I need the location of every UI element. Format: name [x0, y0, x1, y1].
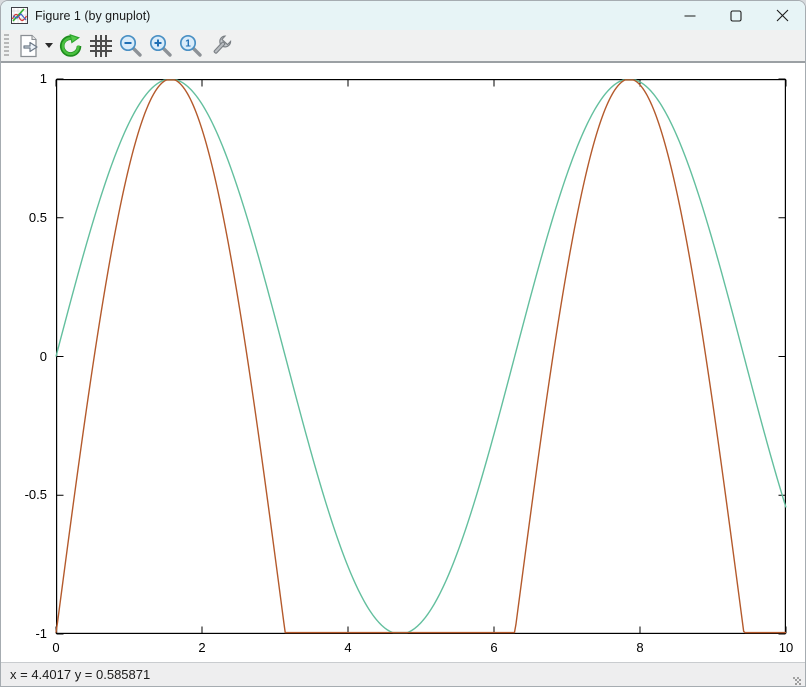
export-dropdown-button[interactable]: [44, 32, 54, 60]
statusbar: x = 4.4017 y = 0.585871: [1, 662, 805, 686]
export-document-icon: [16, 33, 42, 59]
titlebar[interactable]: Figure 1 (by gnuplot): [1, 1, 805, 30]
close-icon: [776, 9, 789, 22]
zoom-reset-button[interactable]: 1: [176, 32, 206, 60]
settings-button[interactable]: [206, 32, 236, 60]
maximize-button[interactable]: [713, 1, 759, 30]
magnifier-plus-icon: [148, 33, 174, 59]
dropdown-caret-icon: [45, 43, 53, 48]
gnuplot-window: Figure 1 (by gnuplot): [0, 0, 806, 687]
toolbar-drag-handle[interactable]: [4, 34, 9, 58]
y-tick-label: 1: [1, 71, 47, 87]
x-tick-label: 10: [766, 640, 806, 655]
x-tick-label: 0: [36, 640, 76, 655]
curve-sin-x: [56, 80, 786, 633]
resize-grip-icon[interactable]: [792, 676, 802, 686]
mouse-coordinates-readout: x = 4.4017 y = 0.585871: [10, 667, 792, 682]
replot-button[interactable]: [56, 32, 86, 60]
export-button[interactable]: [14, 32, 44, 60]
grid-button[interactable]: [86, 32, 116, 60]
gnuplot-app-icon: [11, 7, 28, 24]
plot-border: [57, 80, 786, 634]
maximize-icon: [730, 10, 742, 22]
x-tick-label: 4: [328, 640, 368, 655]
zoom-next-button[interactable]: [146, 32, 176, 60]
x-tick-label: 8: [620, 640, 660, 655]
zoom-previous-button[interactable]: [116, 32, 146, 60]
y-tick-label: -1: [1, 626, 47, 642]
y-tick-label: 0.5: [1, 210, 47, 226]
y-tick-label: 0: [1, 349, 47, 365]
x-tick-label: 2: [182, 640, 222, 655]
y-tick-label: -0.5: [1, 487, 47, 503]
x-tick-label: 6: [474, 640, 514, 655]
magnifier-minus-icon: [118, 33, 144, 59]
window-title: Figure 1 (by gnuplot): [35, 9, 667, 23]
minimize-button[interactable]: [667, 1, 713, 30]
replot-refresh-icon: [58, 33, 84, 59]
minimize-icon: [684, 10, 696, 22]
toolbar: 1: [1, 30, 805, 63]
wrench-icon: [208, 33, 234, 59]
plot-canvas[interactable]: 0 2 4 6 8 10 -1 -0.5 0 0.5 1: [1, 65, 805, 664]
plot-svg: [56, 79, 786, 634]
curve-2-sin-x-1-clipped-to-1-1: [56, 80, 786, 633]
magnifier-one-icon: 1: [178, 33, 204, 59]
svg-text:1: 1: [185, 38, 191, 49]
grid-icon: [88, 33, 114, 59]
close-button[interactable]: [759, 1, 805, 30]
